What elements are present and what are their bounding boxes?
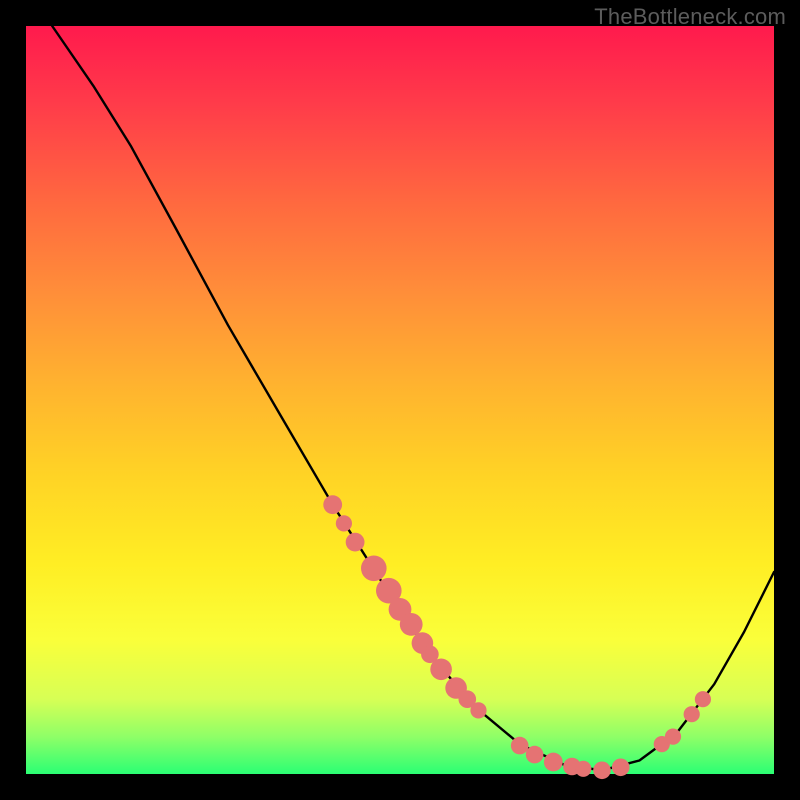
data-marker xyxy=(470,702,486,718)
marker-group xyxy=(323,495,711,779)
data-marker xyxy=(346,533,365,552)
chart-stage: TheBottleneck.com xyxy=(0,0,800,800)
data-marker xyxy=(695,691,711,707)
data-marker xyxy=(575,761,591,777)
data-marker xyxy=(526,746,544,764)
data-marker xyxy=(336,515,352,531)
curve-layer xyxy=(0,0,800,800)
data-marker xyxy=(511,737,529,755)
data-marker xyxy=(544,753,563,772)
data-marker xyxy=(612,759,630,777)
data-marker xyxy=(430,659,452,681)
curve-group xyxy=(52,26,774,770)
data-marker xyxy=(400,613,423,636)
data-marker xyxy=(684,706,700,722)
data-marker xyxy=(323,495,342,514)
data-marker xyxy=(361,556,387,582)
curve-path xyxy=(52,26,774,770)
data-marker xyxy=(593,762,611,780)
data-marker xyxy=(665,729,681,745)
